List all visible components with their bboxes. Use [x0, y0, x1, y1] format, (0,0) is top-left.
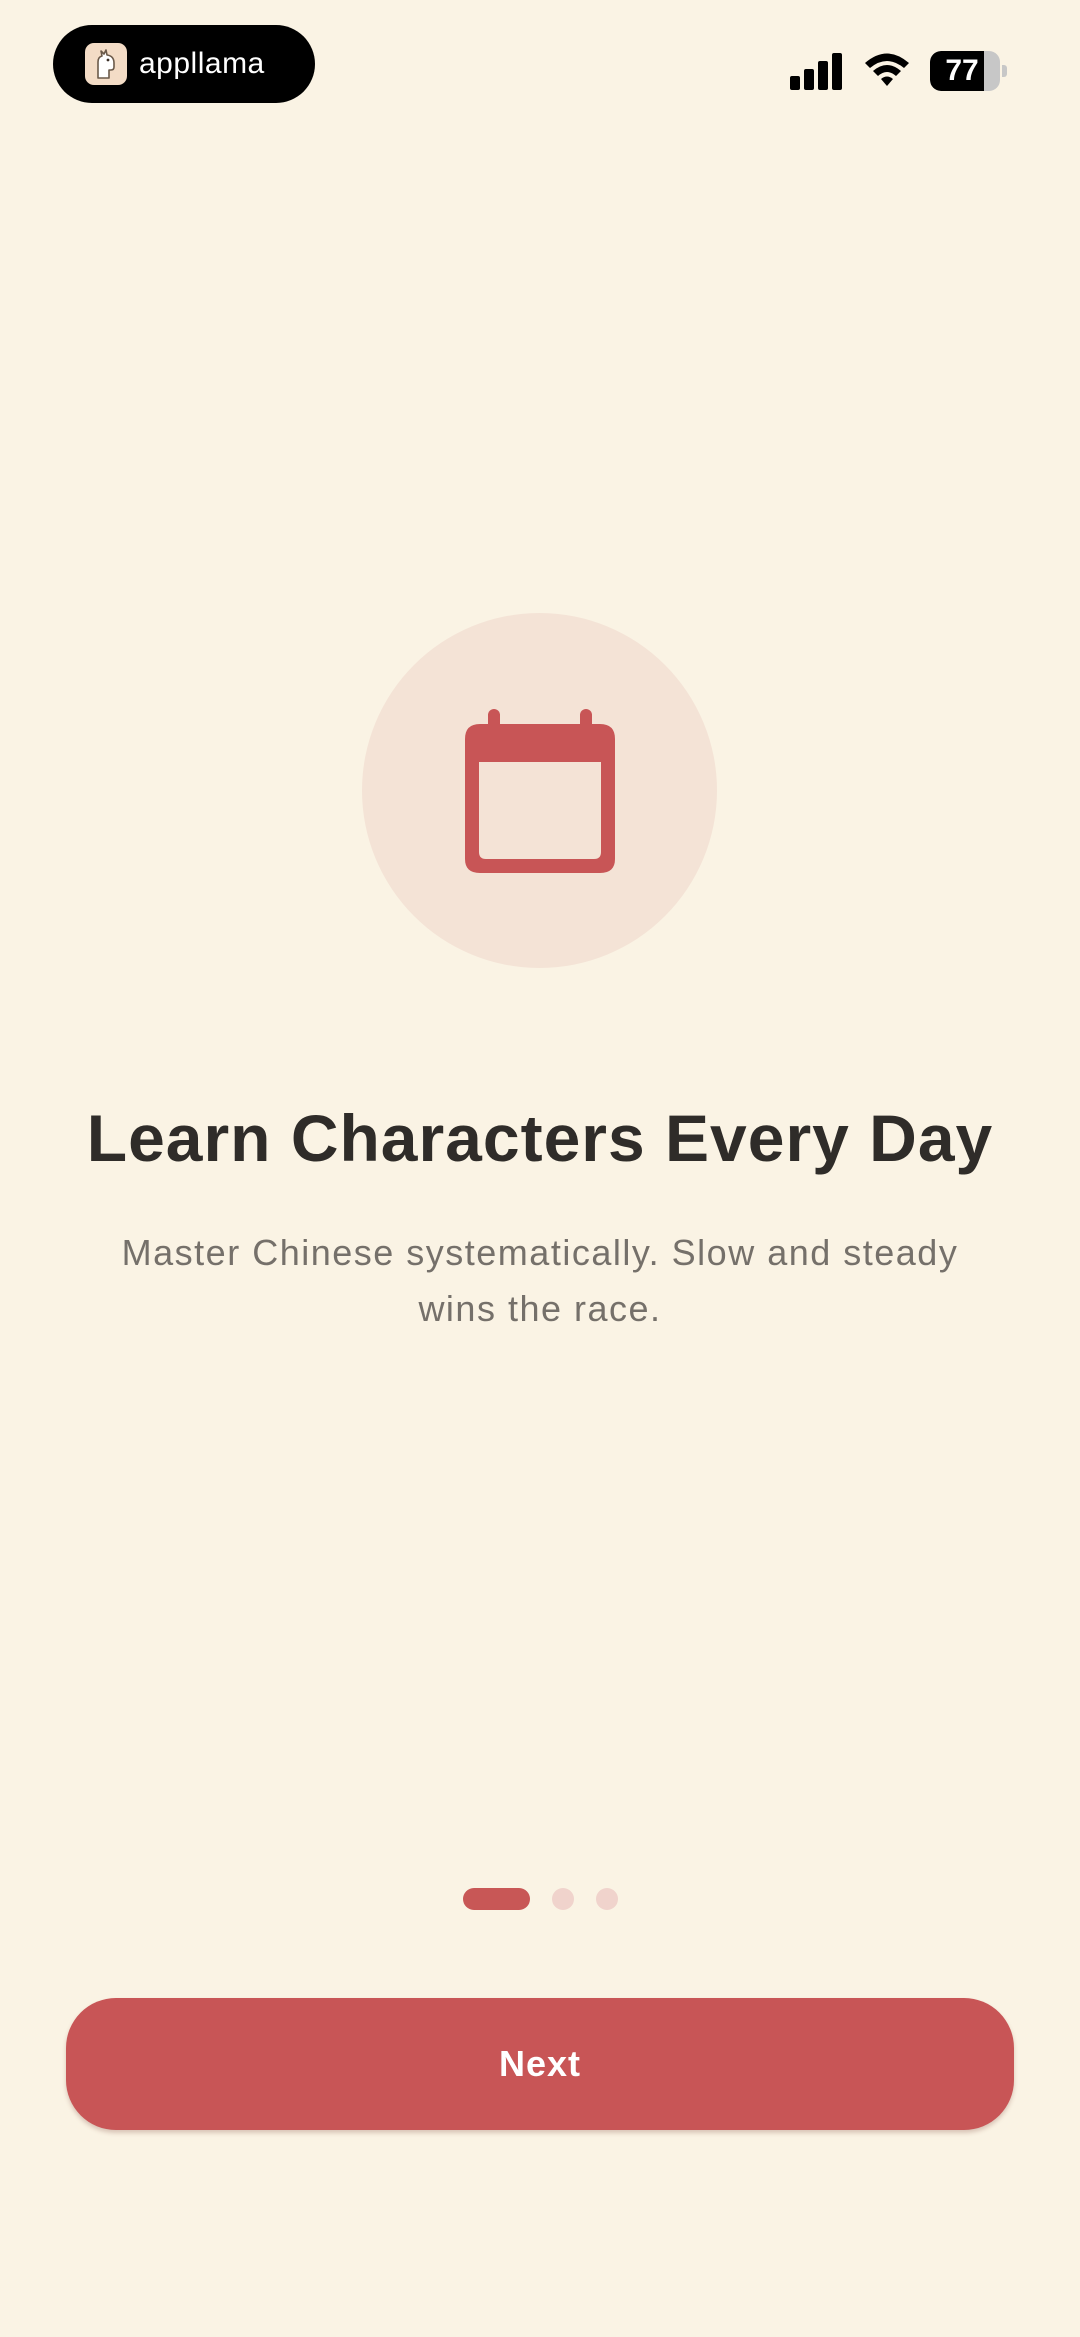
page-indicator [0, 1887, 1080, 1911]
battery-cap [1002, 65, 1007, 77]
status-bar: appllama 77 [0, 0, 1080, 140]
cellular-signal-icon [790, 53, 842, 90]
feature-icon-circle [362, 613, 717, 968]
app-name: appllama [139, 47, 265, 80]
calendar-icon [464, 708, 615, 873]
onboarding-title: Learn Characters Every Day [86, 1101, 994, 1175]
app-indicator-pill[interactable]: appllama [53, 25, 315, 103]
page-dot [551, 1888, 574, 1910]
battery-indicator: 77 [930, 51, 1008, 91]
battery-level: 77 [945, 54, 979, 87]
wifi-icon [865, 53, 909, 86]
next-button[interactable]: Next [66, 1998, 1014, 2130]
page-dot-active [462, 1888, 530, 1910]
page-dot [595, 1888, 618, 1910]
onboarding-subtitle: Master Chinese systematically. Slow and … [121, 1232, 959, 1329]
battery-icon: 77 [930, 51, 1000, 91]
llama-logo-icon [85, 43, 127, 85]
